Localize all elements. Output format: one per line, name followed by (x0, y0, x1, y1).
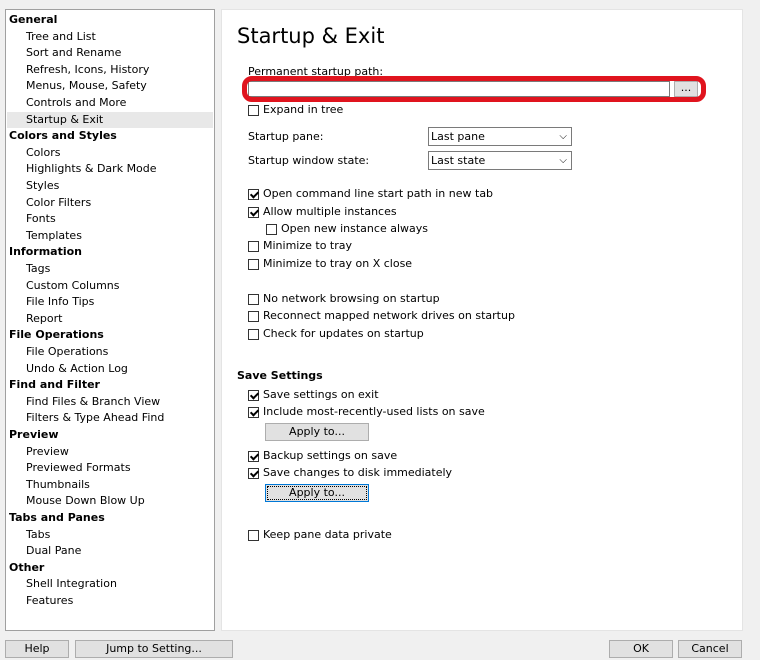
checkbox-box[interactable] (248, 293, 259, 305)
startup-window-state-select[interactable]: Last state ⌵ (428, 151, 572, 170)
checkbox-label: Allow multiple instances (263, 205, 397, 218)
expand-in-tree-checkbox[interactable]: Expand in tree (248, 102, 343, 118)
checkbox-box[interactable] (248, 389, 259, 401)
tree-item[interactable]: File Operations (7, 344, 213, 360)
tree-item[interactable]: Fonts (7, 211, 213, 227)
tree-item[interactable]: Highlights & Dark Mode (7, 161, 213, 177)
tree-item[interactable]: Startup & Exit (7, 111, 213, 128)
allow-multi-checkbox[interactable]: Allow multiple instances (248, 204, 397, 220)
tree-category[interactable]: Find and Filter (7, 377, 213, 393)
select-value: Last state (431, 154, 486, 167)
no-network-checkbox[interactable]: No network browsing on startup (248, 291, 440, 307)
checkbox-box[interactable] (248, 406, 259, 418)
apply-to-button-1[interactable]: Apply to... (265, 423, 369, 441)
tree-item[interactable]: Report (7, 311, 213, 327)
browse-button[interactable]: ... (674, 81, 698, 97)
checkbox-box[interactable] (248, 188, 259, 200)
checkbox-label: Open new instance always (281, 222, 428, 235)
checkbox-label: Save settings on exit (263, 388, 379, 401)
tree-item[interactable]: Controls and More (7, 95, 213, 111)
checkbox-label: Save changes to disk immediately (263, 466, 453, 479)
tree-item[interactable]: Dual Pane (7, 543, 213, 559)
checkbox-label: Minimize to tray (263, 239, 353, 252)
check-updates-checkbox[interactable]: Check for updates on startup (248, 326, 424, 342)
backup-settings-checkbox[interactable]: Backup settings on save (248, 448, 397, 464)
tree-item[interactable]: Previewed Formats (7, 460, 213, 476)
tree-item[interactable]: File Info Tips (7, 294, 213, 310)
min-tray-close-checkbox[interactable]: Minimize to tray on X close (248, 256, 412, 272)
open-cmd-checkbox[interactable]: Open command line start path in new tab (248, 186, 493, 202)
checkbox-box[interactable] (248, 328, 259, 340)
chevron-down-icon: ⌵ (559, 131, 567, 142)
checkbox-box[interactable] (266, 223, 277, 235)
tree-item[interactable]: Undo & Action Log (7, 361, 213, 377)
startup-pane-select[interactable]: Last pane ⌵ (428, 127, 572, 146)
checkbox-label: Backup settings on save (263, 449, 398, 462)
tree-item[interactable]: Templates (7, 228, 213, 244)
tree-item[interactable]: Tags (7, 261, 213, 277)
tree-category[interactable]: File Operations (7, 327, 213, 343)
checkbox-box[interactable] (248, 240, 259, 252)
page-title: Startup & Exit (237, 24, 385, 48)
tree-item[interactable]: Colors (7, 145, 213, 161)
tree-item[interactable]: Preview (7, 444, 213, 460)
tree-item[interactable]: Tree and List (7, 29, 213, 45)
reconnect-checkbox[interactable]: Reconnect mapped network drives on start… (248, 308, 515, 324)
checkbox-label: Expand in tree (263, 103, 344, 116)
checkbox-box[interactable] (248, 206, 259, 218)
checkbox-label: Keep pane data private (263, 528, 392, 541)
open-new-checkbox[interactable]: Open new instance always (266, 221, 428, 237)
min-tray-checkbox[interactable]: Minimize to tray (248, 238, 352, 254)
keep-pane-private-checkbox[interactable]: Keep pane data private (248, 527, 392, 543)
ok-button[interactable]: OK (609, 640, 673, 658)
checkbox-box[interactable] (248, 310, 259, 322)
checkbox-label: Reconnect mapped network drives on start… (263, 309, 515, 322)
tree-item[interactable]: Features (7, 593, 213, 609)
tree-item[interactable]: Styles (7, 178, 213, 194)
checkbox-label: Check for updates on startup (263, 327, 424, 340)
tree-item[interactable]: Shell Integration (7, 576, 213, 592)
tree-item[interactable]: Refresh, Icons, History (7, 62, 213, 78)
select-value: Last pane (431, 130, 485, 143)
cancel-button[interactable]: Cancel (678, 640, 742, 658)
tree-item[interactable]: Find Files & Branch View (7, 394, 213, 410)
tree-item[interactable]: Menus, Mouse, Safety (7, 78, 213, 94)
startup-path-input[interactable] (248, 81, 670, 97)
tree-category[interactable]: Colors and Styles (7, 128, 213, 144)
checkbox-box[interactable] (248, 104, 259, 116)
tree-item[interactable]: Thumbnails (7, 477, 213, 493)
checkbox-label: No network browsing on startup (263, 292, 440, 305)
jump-to-setting-button[interactable]: Jump to Setting... (75, 640, 233, 658)
include-mru-checkbox[interactable]: Include most-recently-used lists on save (248, 404, 485, 420)
save-settings-title: Save Settings (237, 369, 323, 382)
tree-item[interactable]: Sort and Rename (7, 45, 213, 61)
tree-category[interactable]: Tabs and Panes (7, 510, 213, 526)
tree-category[interactable]: General (7, 12, 213, 28)
save-immediately-checkbox[interactable]: Save changes to disk immediately (248, 465, 452, 481)
chevron-down-icon: ⌵ (559, 155, 567, 166)
checkbox-box[interactable] (248, 467, 259, 479)
settings-tree[interactable]: General Tree and List Sort and Rename Refre… (5, 9, 215, 631)
checkbox-label: Minimize to tray on X close (263, 257, 413, 270)
tree-category[interactable]: Other (7, 560, 213, 576)
checkbox-label: Include most-recently-used lists on save (263, 405, 485, 418)
tree-item[interactable]: Tabs (7, 527, 213, 543)
checkbox-box[interactable] (248, 450, 259, 462)
tree-item[interactable]: Custom Columns (7, 278, 213, 294)
tree-item[interactable]: Color Filters (7, 195, 213, 211)
tree-item[interactable]: Mouse Down Blow Up (7, 493, 213, 509)
save-on-exit-checkbox[interactable]: Save settings on exit (248, 387, 379, 403)
checkbox-label: Open command line start path in new tab (263, 187, 494, 200)
checkbox-box[interactable] (248, 529, 259, 541)
startup-path-label: Permanent startup path: (248, 65, 384, 78)
startup-pane-label: Startup pane: (248, 130, 324, 143)
tree-category[interactable]: Information (7, 244, 213, 260)
apply-to-button-2[interactable]: Apply to... (265, 484, 369, 502)
settings-content: Startup & Exit Permanent startup path: .… (221, 9, 743, 631)
checkbox-box[interactable] (248, 258, 259, 270)
help-button[interactable]: Help (5, 640, 69, 658)
tree-category[interactable]: Preview (7, 427, 213, 443)
tree-item[interactable]: Filters & Type Ahead Find (7, 410, 213, 426)
startup-window-state-label: Startup window state: (248, 154, 370, 167)
